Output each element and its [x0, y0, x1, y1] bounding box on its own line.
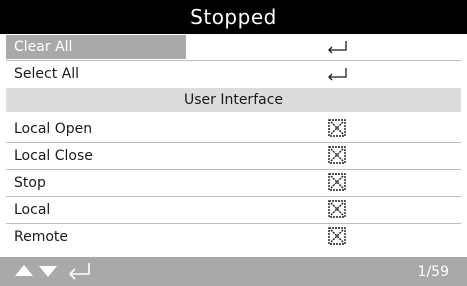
option-local-open[interactable]: Local Open [0, 116, 467, 142]
checked-checkbox-icon[interactable] [328, 146, 346, 164]
up-arrow-icon[interactable] [14, 264, 34, 278]
option-label: Local [14, 202, 51, 218]
option-label: Local Open [14, 121, 93, 137]
footer-bar: 1/59 [0, 257, 467, 286]
select-all-row[interactable]: Select All [0, 61, 467, 87]
option-stop[interactable]: Stop [0, 170, 467, 196]
clear-all-label: Clear All [14, 39, 73, 55]
status-title-bar: Stopped [0, 0, 467, 34]
checked-checkbox-icon[interactable] [328, 200, 346, 218]
option-local[interactable]: Local [0, 197, 467, 223]
enter-return-icon[interactable] [326, 38, 348, 56]
down-arrow-icon[interactable] [38, 264, 58, 278]
option-local-close[interactable]: Local Close [0, 143, 467, 169]
nav-icons [14, 260, 92, 282]
enter-return-icon[interactable] [66, 261, 92, 281]
page-indicator: 1/59 [417, 263, 449, 280]
option-label: Local Close [14, 148, 93, 164]
enter-return-icon[interactable] [326, 65, 348, 83]
select-all-label: Select All [14, 66, 79, 82]
option-label: Remote [14, 229, 69, 245]
option-label: Stop [14, 175, 46, 191]
option-remote[interactable]: Remote [0, 224, 467, 250]
clear-all-row[interactable]: Clear All [0, 34, 467, 60]
section-header: User Interface [6, 88, 461, 112]
status-title: Stopped [190, 5, 277, 29]
checked-checkbox-icon[interactable] [328, 227, 346, 245]
checked-checkbox-icon[interactable] [328, 119, 346, 137]
section-title: User Interface [183, 92, 284, 108]
checked-checkbox-icon[interactable] [328, 173, 346, 191]
actuator-display: Stopped Clear All Select All User Interf… [0, 0, 467, 286]
